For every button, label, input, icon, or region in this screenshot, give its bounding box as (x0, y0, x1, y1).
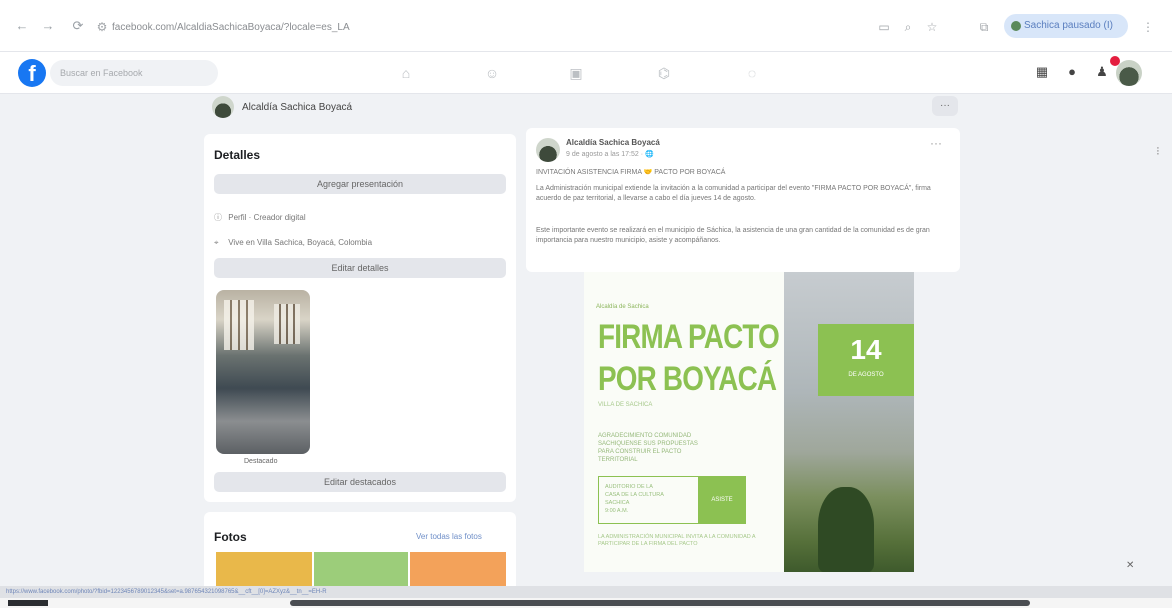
post-more-button[interactable]: ··· (930, 136, 942, 150)
status-bar-url: https://www.facebook.com/photo/?fbid=122… (0, 586, 1172, 598)
groups-icon[interactable]: ◌ (742, 63, 762, 83)
reload-icon[interactable]: ⟳ (70, 18, 86, 34)
poster-line: AGRADECIMIENTO COMUNIDAD (598, 433, 692, 439)
poster-venue-line: SACHICA (605, 500, 630, 506)
featured-photo-window-2 (274, 304, 300, 344)
forward-arrow-icon[interactable]: → (40, 18, 56, 34)
apps-grid-icon[interactable]: ▦ (1032, 62, 1052, 82)
site-info-icon[interactable]: ⚙ (94, 19, 110, 35)
poster-venue-line: AUDITORIO DE LA (605, 484, 653, 490)
poster-subtitle: VILLA DE SACHICA (598, 402, 653, 408)
video-icon[interactable]: ▣ (566, 63, 586, 83)
facebook-top-nav: f Buscar en Facebook ⌂ ☺ ▣ ⌬ ◌ ▦ ● ♟ (0, 52, 1172, 94)
profile-avatar (1011, 21, 1021, 31)
poster-venue-line: 9:00 A.M. (605, 508, 629, 514)
add-presentation-button[interactable]: Agregar presentación (214, 174, 506, 194)
page-avatar[interactable] (212, 96, 234, 118)
scrollbar-thumb[interactable] (290, 600, 1030, 606)
poster-description: AGRADECIMIENTO COMUNIDAD SACHIQUENSE SUS… (598, 432, 748, 464)
post-image-poster[interactable]: Alcaldía de Sachica FIRMA PACTO POR BOYA… (584, 272, 914, 572)
page-header-bar: Alcaldía Sachica Boyacá ··· (196, 94, 966, 124)
poster-footer-text: LA ADMINISTRACIÓN MUNICIPAL INVITA A LA … (598, 534, 756, 547)
post-timestamp[interactable]: 9 de agosto a las 17:52 · 🌐 (566, 150, 654, 158)
poster-left-panel (584, 272, 784, 572)
horizontal-scrollbar[interactable] (0, 598, 1172, 608)
poster-date-day: 14 (850, 334, 882, 365)
reader-icon[interactable]: ▭ (876, 19, 892, 35)
poster-venue-text: AUDITORIO DE LA CASA DE LA CULTURA SACHI… (605, 483, 664, 515)
page-name[interactable]: Alcaldía Sachica Boyacá (242, 102, 352, 113)
friends-icon[interactable]: ☺ (482, 63, 502, 83)
poster-title-line-2: POR BOYACÁ (598, 360, 777, 398)
location-text: Vive en Villa Sachica, Boyacá, Colombia (228, 238, 373, 247)
post-paragraph-2: Este importante evento se realizará en e… (536, 227, 930, 244)
details-card: Detalles Agregar presentación ⓘ Perfil ·… (204, 134, 516, 502)
edit-featured-button[interactable]: Editar destacados (214, 472, 506, 492)
extensions-icon[interactable]: ⧉ (976, 19, 992, 35)
profile-chip[interactable]: Sachica pausado (I) (1004, 14, 1128, 38)
poster-venue-box: AUDITORIO DE LA CASA DE LA CULTURA SACHI… (598, 476, 702, 524)
post-headline: INVITACIÓN ASISTENCIA FIRMA 🤝 PACTO POR … (536, 169, 726, 176)
browser-menu-icon[interactable]: ⋮ (1140, 19, 1156, 35)
photos-title: Fotos (214, 530, 247, 544)
poster-venue-line: CASA DE LA CULTURA (605, 492, 664, 498)
taskbar-segment (8, 600, 48, 606)
location-pin-icon: ⌖ (214, 238, 219, 247)
post-author-name[interactable]: Alcaldía Sachica Boyacá (566, 138, 660, 147)
close-image-icon[interactable]: ✕ (1126, 560, 1134, 571)
details-title: Detalles (214, 148, 261, 162)
featured-photo-window (224, 300, 254, 350)
facebook-search-input[interactable]: Buscar en Facebook (50, 60, 218, 86)
poster-tree-silhouette (818, 487, 874, 572)
info-icon: ⓘ (214, 213, 222, 222)
address-bar[interactable]: facebook.com/AlcaldiaSachicaBoyaca/?loca… (112, 18, 872, 38)
zoom-icon[interactable]: ⌕ (900, 19, 916, 35)
messenger-icon[interactable]: ● (1062, 62, 1082, 82)
location-row: ⌖ Vive en Villa Sachica, Boyacá, Colombi… (214, 238, 372, 248)
poster-title-line-1: FIRMA PACTO (598, 318, 780, 356)
post-card: Alcaldía Sachica Boyacá 9 de agosto a la… (526, 128, 960, 272)
back-arrow-icon[interactable]: ← (14, 18, 30, 34)
poster-small-heading: Alcaldía de Sachica (596, 304, 649, 310)
photos-card: Fotos Ver todas las fotos (204, 512, 516, 592)
browser-toolbar: ← → ⟳ ⚙ facebook.com/AlcaldiaSachicaBoya… (0, 0, 1172, 52)
poster-date-month: DE AGOSTO (848, 372, 884, 378)
notifications-icon[interactable]: ♟ (1092, 62, 1112, 82)
account-avatar[interactable] (1116, 60, 1142, 86)
facebook-logo[interactable]: f (18, 59, 46, 87)
page-more-button[interactable]: ··· (932, 96, 958, 116)
featured-story-thumbnail[interactable] (216, 290, 310, 454)
category-text: Perfil · Creador digital (228, 213, 306, 222)
poster-line: PARA CONSTRUIR EL PACTO (598, 449, 682, 455)
category-row: ⓘ Perfil · Creador digital (214, 212, 306, 223)
scroll-hint-icon: ⁝ (1156, 144, 1160, 158)
marketplace-icon[interactable]: ⌬ (654, 63, 674, 83)
poster-line: TERRITORIAL (598, 457, 638, 463)
poster-date-box: 14 DE AGOSTO (818, 324, 914, 396)
featured-label: Destacado (244, 458, 278, 465)
home-icon[interactable]: ⌂ (396, 63, 416, 83)
profile-label: Sachica pausado (I) (1024, 20, 1113, 31)
post-author-avatar[interactable] (536, 138, 560, 162)
see-all-photos-link[interactable]: Ver todas las fotos (416, 532, 482, 541)
post-paragraph-1: La Administración municipal extiende la … (536, 185, 931, 202)
poster-line: SACHIQUENSE SUS PROPUESTAS (598, 441, 698, 447)
poster-green-block: ASISTE (698, 476, 746, 524)
edit-details-button[interactable]: Editar detalles (214, 258, 506, 278)
bookmark-star-icon[interactable]: ☆ (924, 19, 940, 35)
